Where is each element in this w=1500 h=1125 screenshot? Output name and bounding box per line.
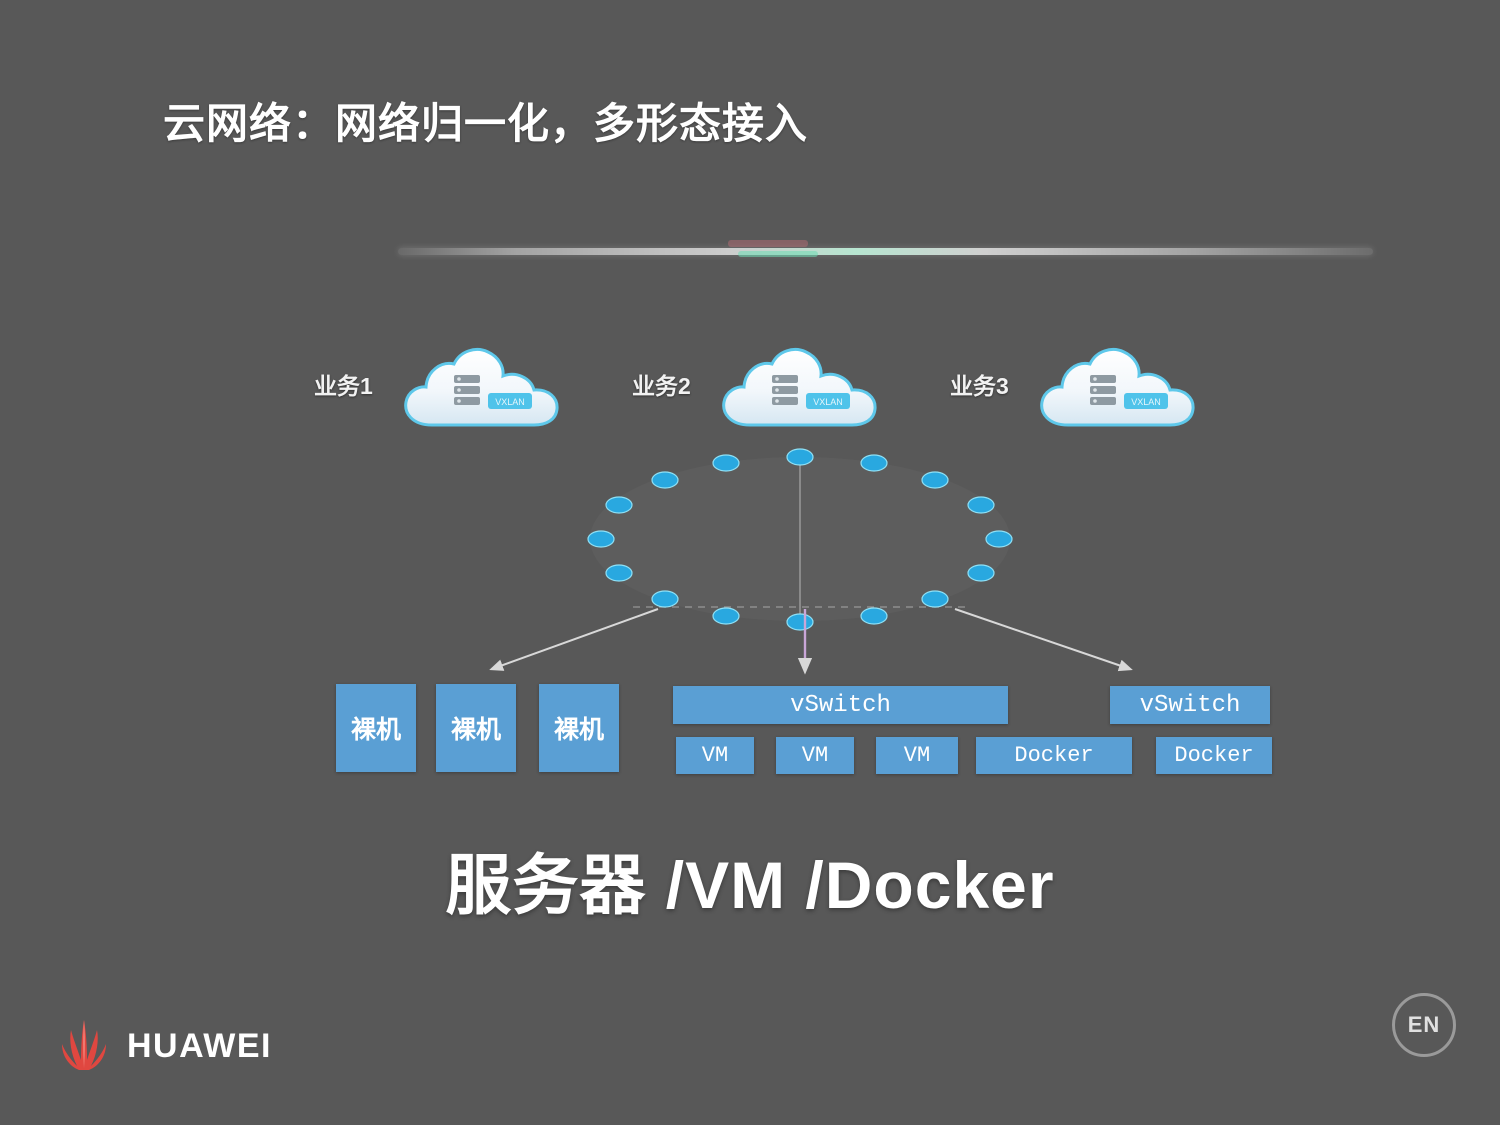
cloud-label-2: 业务2 (632, 373, 691, 399)
cloud-group-3: 业务3 VXLAN (950, 345, 1210, 435)
node-box-vm[interactable]: VM (676, 737, 754, 774)
cloud-group-1: 业务1 VXLAN (314, 345, 574, 435)
node-box-bare-metal[interactable]: 裸机 (436, 684, 516, 772)
huawei-flower-icon (62, 1020, 106, 1070)
node-box-vm[interactable]: VM (876, 737, 958, 774)
language-badge-en[interactable]: EN (1392, 993, 1456, 1057)
cloud-label-1: 业务1 (314, 373, 373, 399)
node-box-bare-metal[interactable]: 裸机 (539, 684, 619, 772)
node-box-bare-metal[interactable]: 裸机 (336, 684, 416, 772)
decorative-divider-bar (398, 240, 1373, 257)
node-box-vm[interactable]: VM (776, 737, 854, 774)
node-box-vswitch-left[interactable]: vSwitch (673, 686, 1008, 724)
node-box-docker[interactable]: Docker (976, 737, 1132, 774)
huawei-logo: HUAWEI (55, 1018, 272, 1074)
cloud-icon: VXLAN (1034, 345, 1202, 431)
cloud-label-3: 业务3 (950, 373, 1009, 399)
node-box-vswitch-right[interactable]: vSwitch (1110, 686, 1270, 724)
svg-text:VXLAN: VXLAN (495, 397, 525, 407)
connector-arrows (440, 595, 1160, 690)
cloud-icon: VXLAN (716, 345, 884, 431)
node-box-docker[interactable]: Docker (1156, 737, 1272, 774)
svg-text:VXLAN: VXLAN (1131, 397, 1161, 407)
cloud-icon: VXLAN (398, 345, 566, 431)
page-title: 云网络：网络归一化，多形态接入 (163, 100, 809, 147)
svg-text:VXLAN: VXLAN (813, 397, 843, 407)
cloud-group-2: 业务2 VXLAN (632, 345, 892, 435)
footer-heading: 服务器 /VM /Docker (445, 848, 1055, 922)
huawei-wordmark: HUAWEI (127, 1026, 272, 1065)
